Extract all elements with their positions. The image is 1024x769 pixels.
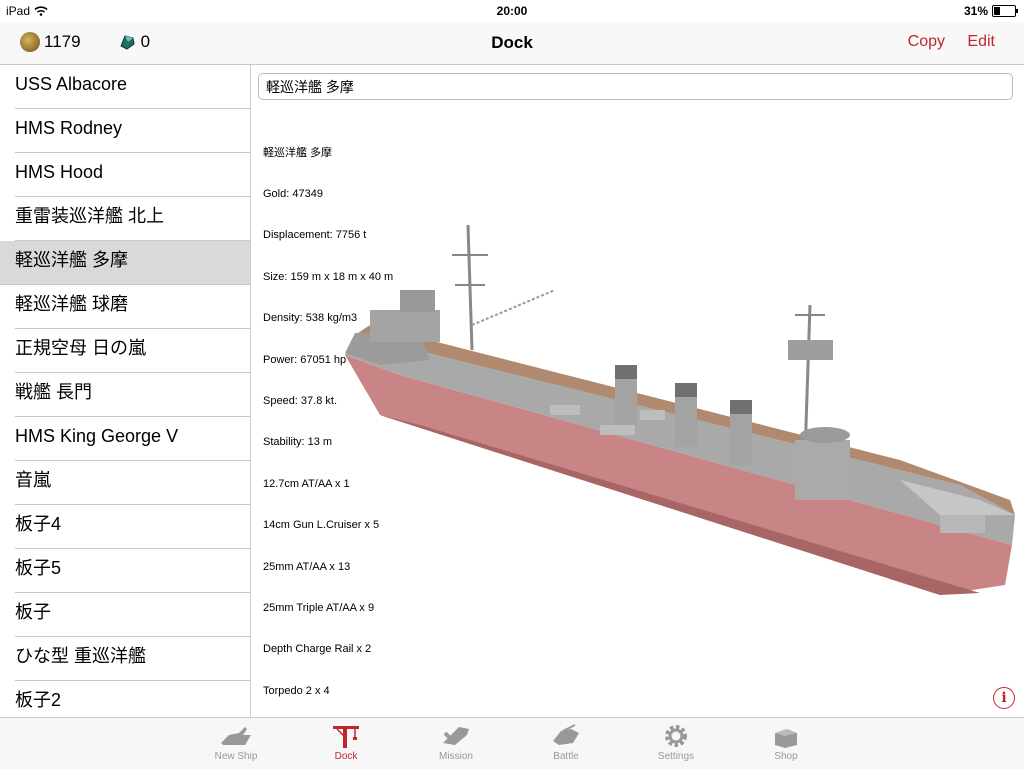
- ship-list-item[interactable]: 軽巡洋艦 球磨: [15, 285, 250, 329]
- ship-list-item[interactable]: HMS Hood: [15, 153, 250, 197]
- shop-icon: [775, 729, 797, 748]
- tab-mission[interactable]: Mission: [401, 723, 511, 762]
- spec-line: Gold: 47349: [263, 187, 323, 200]
- mission-icon: [443, 727, 469, 745]
- copy-button[interactable]: Copy: [908, 33, 945, 51]
- info-button[interactable]: i: [993, 687, 1015, 709]
- tab-shop[interactable]: Shop: [731, 723, 841, 762]
- spec-line: 12.7cm AT/AA x 1: [263, 477, 350, 490]
- spec-line: 25mm AT/AA x 13: [263, 560, 351, 573]
- ship-3d-model[interactable]: [340, 215, 1024, 615]
- tab-label: Shop: [774, 751, 798, 762]
- battle-icon: [553, 724, 579, 745]
- spec-line: Power: 67051 hp: [263, 353, 347, 366]
- tab-label: Mission: [439, 751, 473, 762]
- edit-button[interactable]: Edit: [967, 33, 995, 51]
- spec-line: Speed: 37.8 kt.: [263, 394, 337, 407]
- nav-bar: 1179 0 Dock Copy Edit: [0, 22, 1024, 65]
- new-ship-icon: [221, 727, 251, 745]
- ship-list: USS Albacore HMS Rodney HMS Hood 重雷装巡洋艦 …: [0, 65, 251, 717]
- status-bar: iPad 20:00 31%: [0, 0, 1024, 22]
- tab-label: Settings: [657, 751, 695, 762]
- spec-line: Displacement: 7756 t: [263, 229, 367, 242]
- spec-line: Size: 159 m x 18 m x 40 m: [263, 270, 394, 283]
- ship-list-item-selected[interactable]: 軽巡洋艦 多摩: [0, 241, 250, 285]
- ship-list-item[interactable]: 板子4: [15, 505, 250, 549]
- ship-list-item[interactable]: 板子2: [15, 681, 250, 717]
- tab-dock[interactable]: Dock: [291, 723, 401, 762]
- ship-detail: 軽巡洋艦 多摩 軽巡洋艦 多摩 Gold: 47349 Displacement…: [250, 65, 1024, 717]
- ship-list-item[interactable]: HMS King George V: [15, 417, 250, 461]
- battery-percent: 31%: [963, 4, 988, 18]
- ship-name-field[interactable]: 軽巡洋艦 多摩: [258, 73, 1013, 100]
- tab-label: Battle: [553, 751, 579, 762]
- battery-icon: [992, 5, 1018, 17]
- ship-specs: 軽巡洋艦 多摩 Gold: 47349 Displacement: 7756 t…: [263, 119, 393, 726]
- spec-line: Density: 538 kg/m3: [263, 312, 358, 325]
- spec-line: 軽巡洋艦 多摩: [263, 146, 333, 159]
- ship-list-item[interactable]: 板子5: [15, 549, 250, 593]
- crane-icon: [333, 726, 359, 748]
- ship-list-item[interactable]: 重雷装巡洋艦 北上: [15, 197, 250, 241]
- ship-list-item[interactable]: USS Albacore: [15, 65, 250, 109]
- tab-settings[interactable]: Settings: [621, 723, 731, 762]
- spec-line: 14cm Gun L.Cruiser x 5: [263, 519, 380, 532]
- ship-list-item[interactable]: 戦艦 長門: [15, 373, 250, 417]
- spec-line: Stability: 13 m: [263, 436, 333, 449]
- gear-icon: [665, 725, 687, 747]
- tab-label: Dock: [334, 751, 358, 762]
- ship-list-item[interactable]: HMS Rodney: [15, 109, 250, 153]
- ship-list-item[interactable]: 板子: [15, 593, 250, 637]
- spec-line: 25mm Triple AT/AA x 9: [263, 601, 375, 614]
- page-title: Dock: [491, 33, 533, 52]
- ship-list-item[interactable]: 正規空母 日の嵐: [15, 329, 250, 373]
- tab-new-ship[interactable]: New Ship: [181, 723, 291, 762]
- ship-list-item[interactable]: ひな型 重巡洋艦: [15, 637, 250, 681]
- clock: 20:00: [496, 4, 528, 18]
- ship-list-item[interactable]: 音嵐: [15, 461, 250, 505]
- tab-battle[interactable]: Battle: [511, 723, 621, 762]
- spec-line: Torpedo 2 x 4: [263, 684, 330, 697]
- spec-line: Depth Charge Rail x 2: [263, 643, 372, 656]
- tab-label: New Ship: [214, 751, 258, 762]
- tab-bar: New Ship Dock Mission Battle Settings Sh…: [0, 717, 1024, 769]
